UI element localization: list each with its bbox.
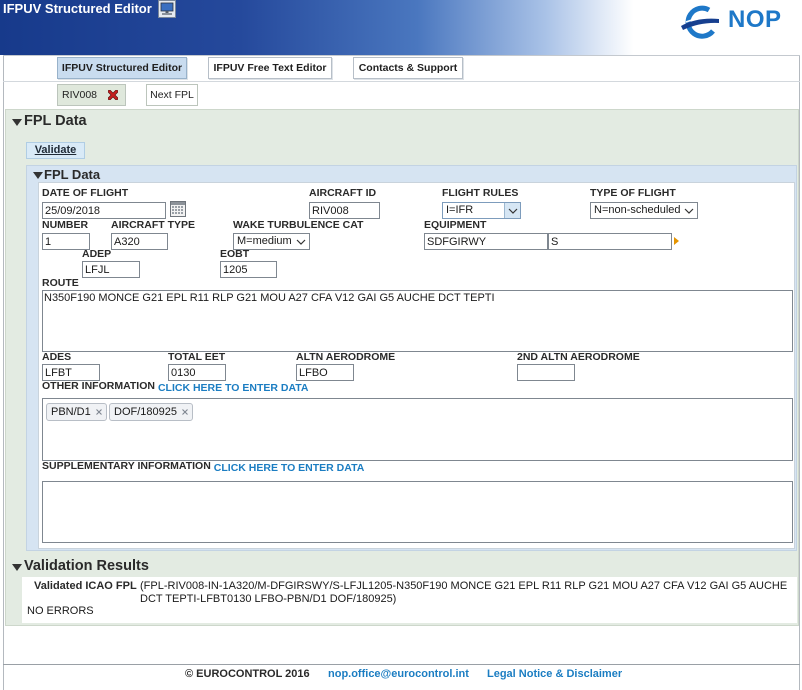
collapse-triangle-icon[interactable] — [33, 172, 43, 179]
flight-rules-value: I=IFR — [446, 204, 474, 216]
validate-button[interactable]: Validate — [26, 142, 85, 159]
other-information-tag[interactable]: PBN/D1 — [46, 403, 107, 421]
altn-aerodrome-input[interactable] — [296, 364, 354, 381]
tag-label: PBN/D1 — [51, 406, 91, 418]
total-eet-label: TOTAL EET — [168, 351, 226, 363]
ades-label: ADES — [42, 351, 72, 363]
chevron-down-icon[interactable] — [681, 203, 697, 218]
supplementary-information-enter-link[interactable]: CLICK HERE TO ENTER DATA — [214, 460, 365, 474]
divider — [3, 664, 800, 665]
validation-status: NO ERRORS — [27, 605, 94, 617]
route-label: ROUTE — [42, 277, 79, 289]
close-icon[interactable] — [108, 90, 118, 100]
altn-aerodrome-label: ALTN AERODROME — [296, 351, 396, 363]
nop-logo-text: NOP — [728, 6, 782, 33]
flight-rules-select[interactable]: I=IFR — [442, 202, 521, 219]
eobt-input[interactable] — [220, 261, 277, 278]
adep-label: ADEP — [82, 248, 112, 260]
document-tab-riv008[interactable]: RIV008 — [57, 84, 126, 106]
other-information-enter-link[interactable]: CLICK HERE TO ENTER DATA — [158, 380, 309, 394]
surveillance-equipment-input[interactable] — [548, 233, 672, 250]
divider — [3, 55, 800, 56]
aircraft-type-input[interactable] — [111, 233, 168, 250]
app-header: IFPUV Structured Editor NOP — [0, 0, 802, 55]
other-information-label: OTHER INFORMATION — [42, 380, 155, 392]
flight-rules-label: FLIGHT RULES — [442, 187, 519, 199]
tab-free-text-editor[interactable]: IFPUV Free Text Editor — [208, 57, 332, 79]
aircraft-id-input[interactable] — [309, 202, 380, 219]
type-of-flight-label: TYPE OF FLIGHT — [590, 187, 676, 199]
supplementary-information-textarea[interactable] — [42, 481, 793, 543]
remove-tag-icon[interactable] — [182, 409, 188, 415]
chevron-down-icon[interactable] — [504, 203, 520, 218]
other-information-tag[interactable]: DOF/180925 — [109, 403, 193, 421]
number-label: NUMBER — [42, 219, 89, 231]
footer-copyright: © EUROCONTROL 2016 — [185, 668, 310, 680]
validated-icao-fpl-text: (FPL-RIV008-IN-1A320/M-DFGIRSWY/S-LFJL12… — [140, 580, 788, 605]
type-of-flight-value: N=non-scheduled — [594, 204, 681, 216]
supplementary-information-header: SUPPLEMENTARY INFORMATION CLICK HERE TO … — [42, 460, 364, 474]
nop-logo-icon — [680, 5, 720, 39]
eobt-label: EOBT — [220, 248, 250, 260]
aircraft-type-label: AIRCRAFT TYPE — [111, 219, 195, 231]
subpanel-title-fpl-data[interactable]: FPL Data — [44, 167, 100, 182]
supplementary-information-label: SUPPLEMENTARY INFORMATION — [42, 460, 211, 472]
chevron-down-icon[interactable] — [293, 234, 309, 249]
date-of-flight-label: DATE OF FLIGHT — [42, 187, 129, 199]
remove-tag-icon[interactable] — [95, 409, 102, 415]
section-title-validation-results[interactable]: Validation Results — [24, 558, 149, 575]
app-title: IFPUV Structured Editor — [3, 1, 152, 16]
tab-contacts-support[interactable]: Contacts & Support — [353, 57, 463, 79]
collapse-triangle-icon[interactable] — [12, 119, 22, 126]
second-altn-aerodrome-label: 2ND ALTN AERODROME — [517, 351, 640, 363]
tab-structured-editor[interactable]: IFPUV Structured Editor — [57, 57, 187, 79]
adep-input[interactable] — [82, 261, 140, 278]
divider — [3, 81, 800, 82]
footer-email-link[interactable]: nop.office@eurocontrol.int — [328, 668, 469, 681]
document-tab-label: RIV008 — [62, 89, 98, 101]
calendar-icon[interactable] — [170, 200, 186, 217]
other-information-header: OTHER INFORMATION CLICK HERE TO ENTER DA… — [42, 380, 308, 394]
type-of-flight-select[interactable]: N=non-scheduled — [590, 202, 698, 219]
date-of-flight-input[interactable] — [42, 202, 166, 219]
equipment-input[interactable] — [424, 233, 548, 250]
equipment-label: EQUIPMENT — [424, 219, 487, 231]
route-textarea[interactable]: N350F190 MONCE G21 EPL R11 RLP G21 MOU A… — [42, 290, 793, 352]
footer-legal-link[interactable]: Legal Notice & Disclaimer — [487, 668, 622, 681]
aircraft-id-label: AIRCRAFT ID — [309, 187, 377, 199]
computer-icon[interactable] — [158, 0, 176, 18]
wake-turbulence-label: WAKE TURBULENCE CAT — [233, 219, 364, 231]
validated-icao-fpl-label: Validated ICAO FPL — [34, 580, 137, 592]
expand-arrow-icon[interactable] — [674, 237, 679, 245]
document-tab-next-fpl[interactable]: Next FPL — [146, 84, 198, 106]
collapse-triangle-icon[interactable] — [12, 564, 22, 571]
section-title-fpl-data[interactable]: FPL Data — [24, 113, 87, 130]
wake-turbulence-value: M=medium — [237, 235, 292, 247]
total-eet-input[interactable] — [168, 364, 226, 381]
ades-input[interactable] — [42, 364, 100, 381]
tag-label: DOF/180925 — [114, 406, 177, 418]
second-altn-aerodrome-input[interactable] — [517, 364, 575, 381]
